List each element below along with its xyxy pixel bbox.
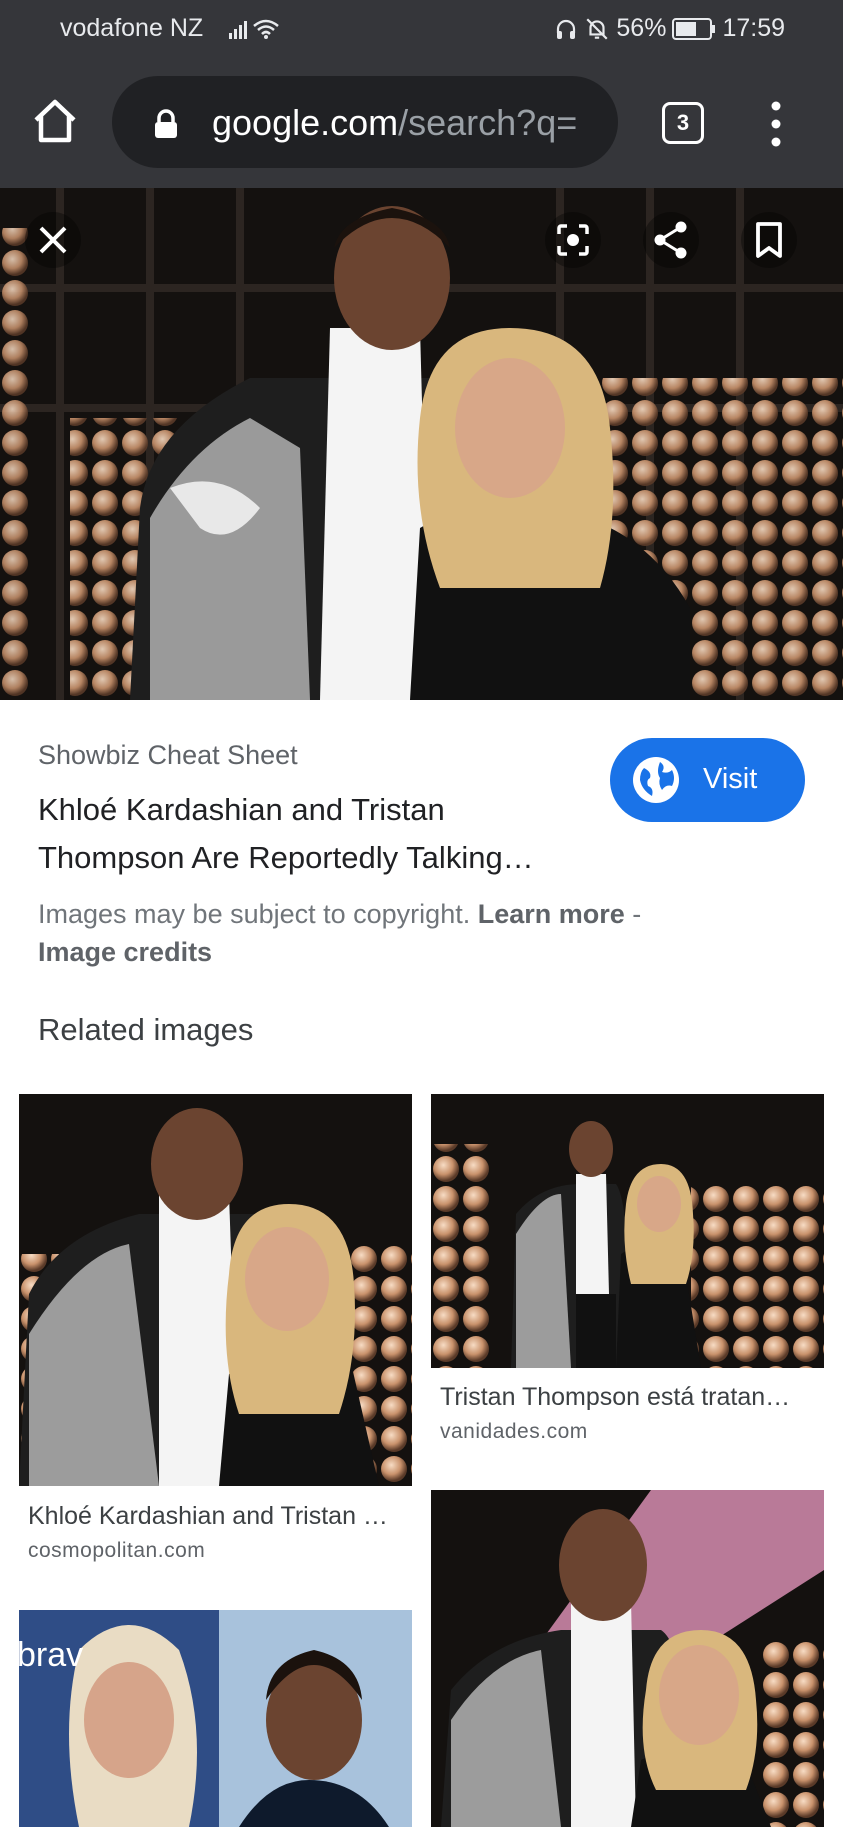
result-title[interactable]: Khloé Kardashian and Tristan Thompson Ar…: [38, 786, 578, 882]
bookmark-button[interactable]: [741, 212, 797, 268]
preview-photo: [0, 188, 843, 700]
related-domain-1: cosmopolitan.com: [28, 1539, 206, 1562]
close-button[interactable]: [25, 212, 81, 268]
bookmark-icon: [741, 212, 797, 268]
status-bar: vodafone NZ 56% 17:59: [0, 0, 843, 60]
related-caption-1[interactable]: Khloé Kardashian and Tristan …: [28, 1502, 408, 1531]
related-images-heading: Related images: [38, 1012, 254, 1047]
related-image-2[interactable]: [431, 1094, 824, 1368]
tab-count: 3: [676, 110, 690, 135]
url-text[interactable]: google.com/search?q=: [212, 102, 602, 144]
result-source: Showbiz Cheat Sheet: [38, 740, 298, 770]
visit-label: Visit: [703, 763, 758, 795]
carrier-name: vodafone NZ: [60, 14, 204, 42]
share-button[interactable]: [643, 212, 699, 268]
headphones-icon: [557, 19, 576, 39]
battery-icon: [672, 17, 716, 40]
learn-more-link[interactable]: Learn more: [478, 899, 625, 929]
lens-button[interactable]: [545, 212, 601, 268]
url-host: google.com: [212, 102, 399, 143]
copyright-notice: Images may be subject to copyright. Lear…: [38, 895, 758, 971]
globe-icon: [633, 757, 679, 803]
related-caption-2[interactable]: Tristan Thompson está tratan…: [440, 1383, 820, 1412]
home-button[interactable]: [30, 96, 80, 146]
preview-image[interactable]: [0, 188, 843, 700]
related-image-1[interactable]: [19, 1094, 412, 1486]
status-right: 56% 17:59: [554, 14, 785, 43]
related-domain-2: vanidades.com: [440, 1420, 588, 1443]
lens-icon: [545, 212, 601, 268]
home-icon: [34, 99, 76, 143]
separator: -: [624, 899, 642, 929]
related-photo-4: [431, 1490, 824, 1827]
clock: 17:59: [722, 14, 785, 42]
browser-toolbar: google.com/search?q= 3: [0, 60, 843, 188]
lock-icon: [155, 109, 177, 138]
related-sign-text: brav: [19, 1636, 84, 1674]
close-icon: [25, 212, 81, 268]
related-image-4[interactable]: [431, 1490, 824, 1827]
share-icon: [643, 212, 699, 268]
image-credits-link[interactable]: Image credits: [38, 937, 212, 967]
related-photo-2: [431, 1094, 824, 1368]
address-bar[interactable]: google.com/search?q=: [112, 76, 618, 168]
url-path: /search?q=: [398, 102, 578, 143]
wifi-icon: [253, 19, 279, 35]
signal-icon: [226, 18, 286, 47]
copyright-text: Images may be subject to copyright.: [38, 899, 471, 929]
visit-button[interactable]: Visit: [610, 738, 805, 822]
more-menu-button[interactable]: [766, 100, 786, 148]
more-vert-icon: [771, 101, 781, 147]
related-image-3[interactable]: brav: [19, 1610, 412, 1827]
tabs-button[interactable]: 3: [662, 102, 704, 144]
battery-percent: 56%: [616, 14, 667, 42]
mute-icon: [586, 17, 608, 40]
related-photo-1: [19, 1094, 412, 1486]
